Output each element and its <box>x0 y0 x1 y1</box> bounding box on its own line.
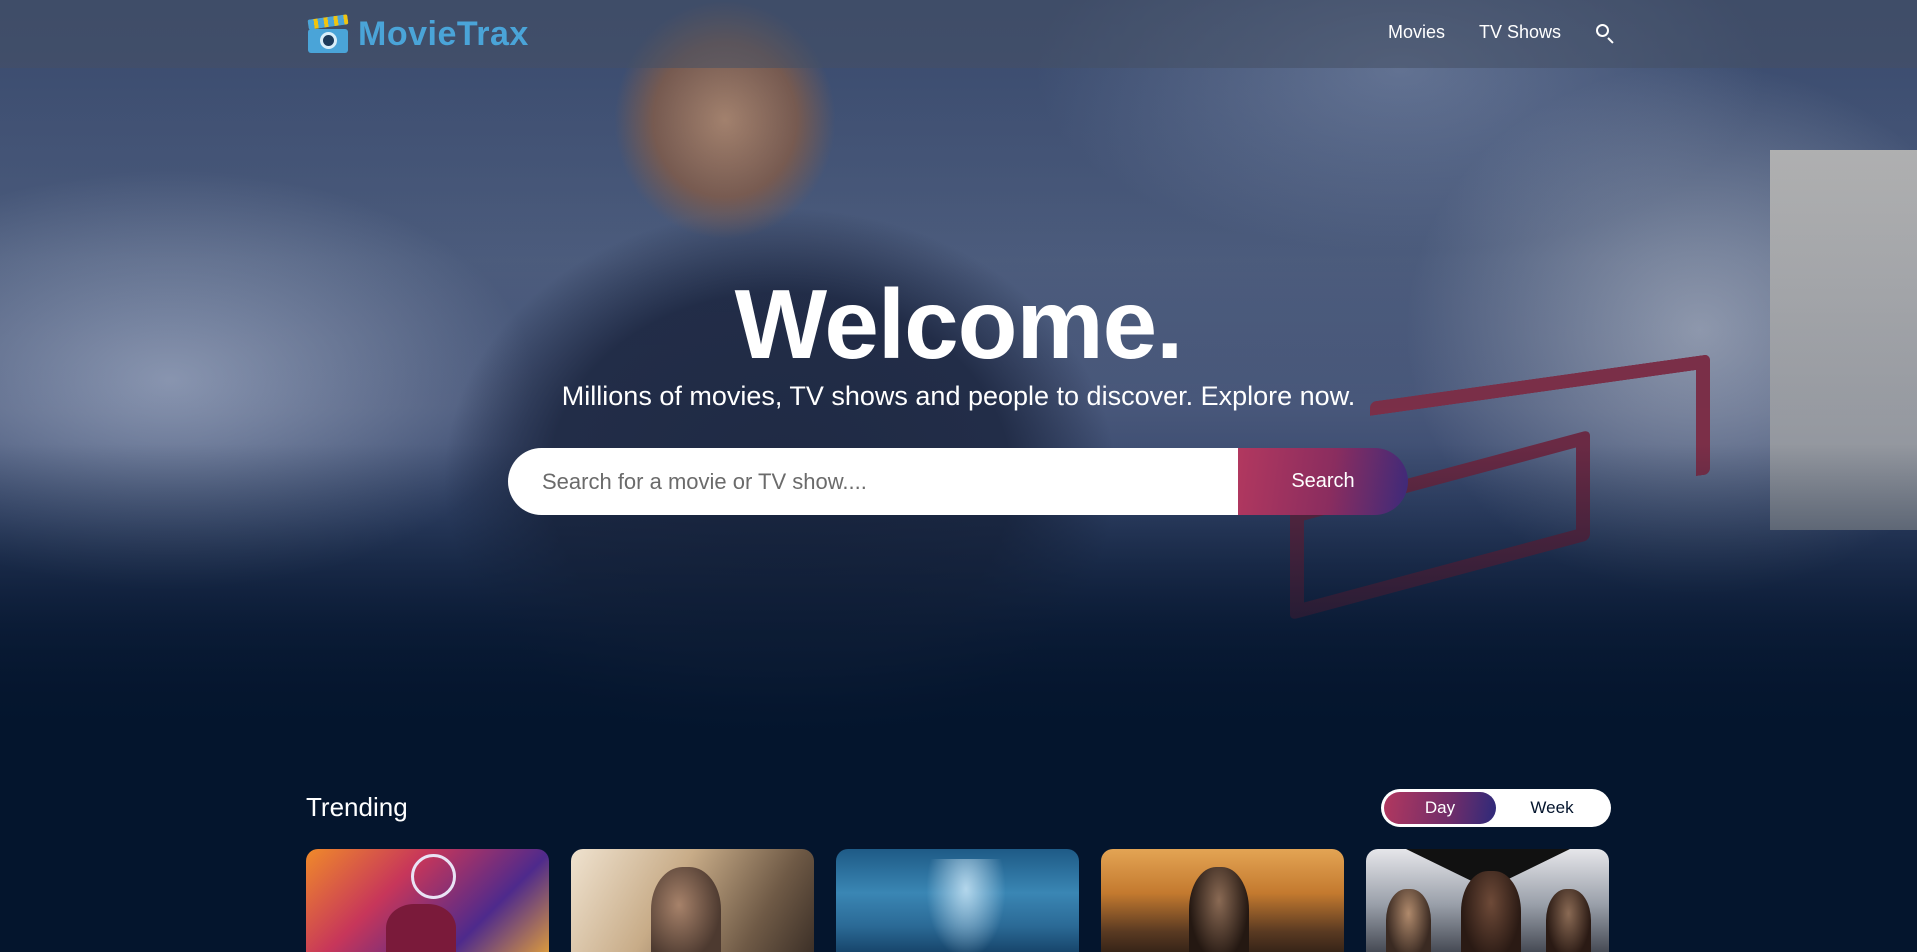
movie-card-poster[interactable] <box>836 849 1079 952</box>
hero-subtitle: Millions of movies, TV shows and people … <box>561 381 1356 411</box>
page: MovieTrax Movies TV Shows Welcome. Milli… <box>0 0 1917 952</box>
hero-content: Welcome. Millions of movies, TV shows an… <box>0 269 1917 515</box>
logo-text: MovieTrax <box>358 14 529 53</box>
nav-movies[interactable]: Movies <box>1388 22 1445 43</box>
tab-week[interactable]: Week <box>1496 792 1608 824</box>
site-header: MovieTrax Movies TV Shows <box>0 0 1917 68</box>
camera-clapper-icon <box>306 14 352 53</box>
logo[interactable]: MovieTrax <box>306 14 529 54</box>
hero-title: Welcome. <box>734 269 1184 379</box>
search-icon[interactable] <box>1595 23 1615 44</box>
search-input[interactable] <box>508 448 1238 515</box>
tab-day[interactable]: Day <box>1384 792 1496 824</box>
trending-title: Trending <box>306 792 408 822</box>
movie-card-poster[interactable] <box>1366 849 1609 952</box>
movie-card-poster[interactable] <box>571 849 814 952</box>
movie-card-poster[interactable] <box>306 849 549 952</box>
trending-switch: Day Week <box>1381 789 1611 827</box>
movie-card-poster[interactable] <box>1101 849 1344 952</box>
search-button[interactable]: Search <box>1238 448 1408 515</box>
trending-header: Trending Day Week <box>306 786 1611 828</box>
main-nav: Movies TV Shows <box>1388 22 1615 44</box>
hero-search-bar: Search <box>508 448 1408 515</box>
trending-carousel <box>306 849 1611 952</box>
nav-tv-shows[interactable]: TV Shows <box>1479 22 1561 43</box>
